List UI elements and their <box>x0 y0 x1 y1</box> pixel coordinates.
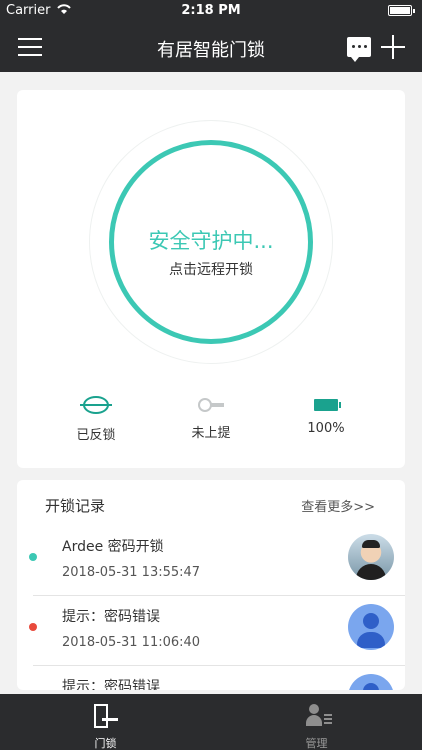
tab-label: 管理 <box>305 737 328 750</box>
status-dot <box>29 623 37 631</box>
remote-unlock-label: 点击远程开锁 <box>169 262 253 278</box>
handle-status-label: 未上提 <box>191 426 231 441</box>
record-title: 提示：密码错误 <box>62 609 160 625</box>
avatar <box>348 674 394 690</box>
tab-label: 门锁 <box>94 737 117 750</box>
clock: 2:18 PM <box>181 3 241 18</box>
avatar <box>348 604 394 650</box>
record-time: 2018-05-31 11:06:40 <box>62 635 201 650</box>
record-item[interactable]: 提示：密码错误 2018-05-31 11:06:40 <box>17 596 405 666</box>
records-title: 开锁记录 <box>45 497 106 515</box>
view-more-link[interactable]: 查看更多>> <box>301 496 375 515</box>
record-title: 提示：密码错误 <box>62 679 160 690</box>
record-title: Ardee 密码开锁 <box>62 539 164 555</box>
battery-level-label: 100% <box>307 421 345 436</box>
tab-bar: 门锁 管理 <box>0 694 422 750</box>
tab-manage[interactable]: 管理 <box>211 694 422 750</box>
record-item[interactable]: 提示：密码错误 <box>17 666 405 690</box>
battery-level: 100% <box>286 396 366 436</box>
door-lock-icon <box>94 704 118 728</box>
user-manage-icon <box>306 704 332 730</box>
add-icon[interactable] <box>381 35 405 59</box>
remote-unlock-button[interactable]: 安全守护中... 点击远程开锁 <box>109 140 313 344</box>
message-icon[interactable] <box>347 37 371 62</box>
status-dot <box>29 553 37 561</box>
deadbolt-locked-icon <box>80 396 112 414</box>
key-handle-icon <box>198 398 224 412</box>
battery-icon <box>314 399 341 411</box>
unlock-records-card: 开锁记录 查看更多>> Ardee 密码开锁 2018-05-31 13:55:… <box>17 480 405 690</box>
avatar <box>348 534 394 580</box>
records-header: 开锁记录 查看更多>> <box>17 480 405 526</box>
status-bar: Carrier 2:18 PM <box>0 0 422 22</box>
battery-status-icon <box>388 5 415 16</box>
deadbolt-status: 已反锁 <box>56 396 136 443</box>
tab-door-lock[interactable]: 门锁 <box>0 694 211 750</box>
record-time: 2018-05-31 13:55:47 <box>62 565 201 580</box>
handle-status: 未上提 <box>171 396 251 441</box>
record-item[interactable]: Ardee 密码开锁 2018-05-31 13:55:47 <box>17 526 405 596</box>
nav-bar: 有居智能门锁 <box>0 22 422 72</box>
guard-status-text: 安全守护中... <box>148 229 274 253</box>
deadbolt-status-label: 已反锁 <box>76 428 116 443</box>
